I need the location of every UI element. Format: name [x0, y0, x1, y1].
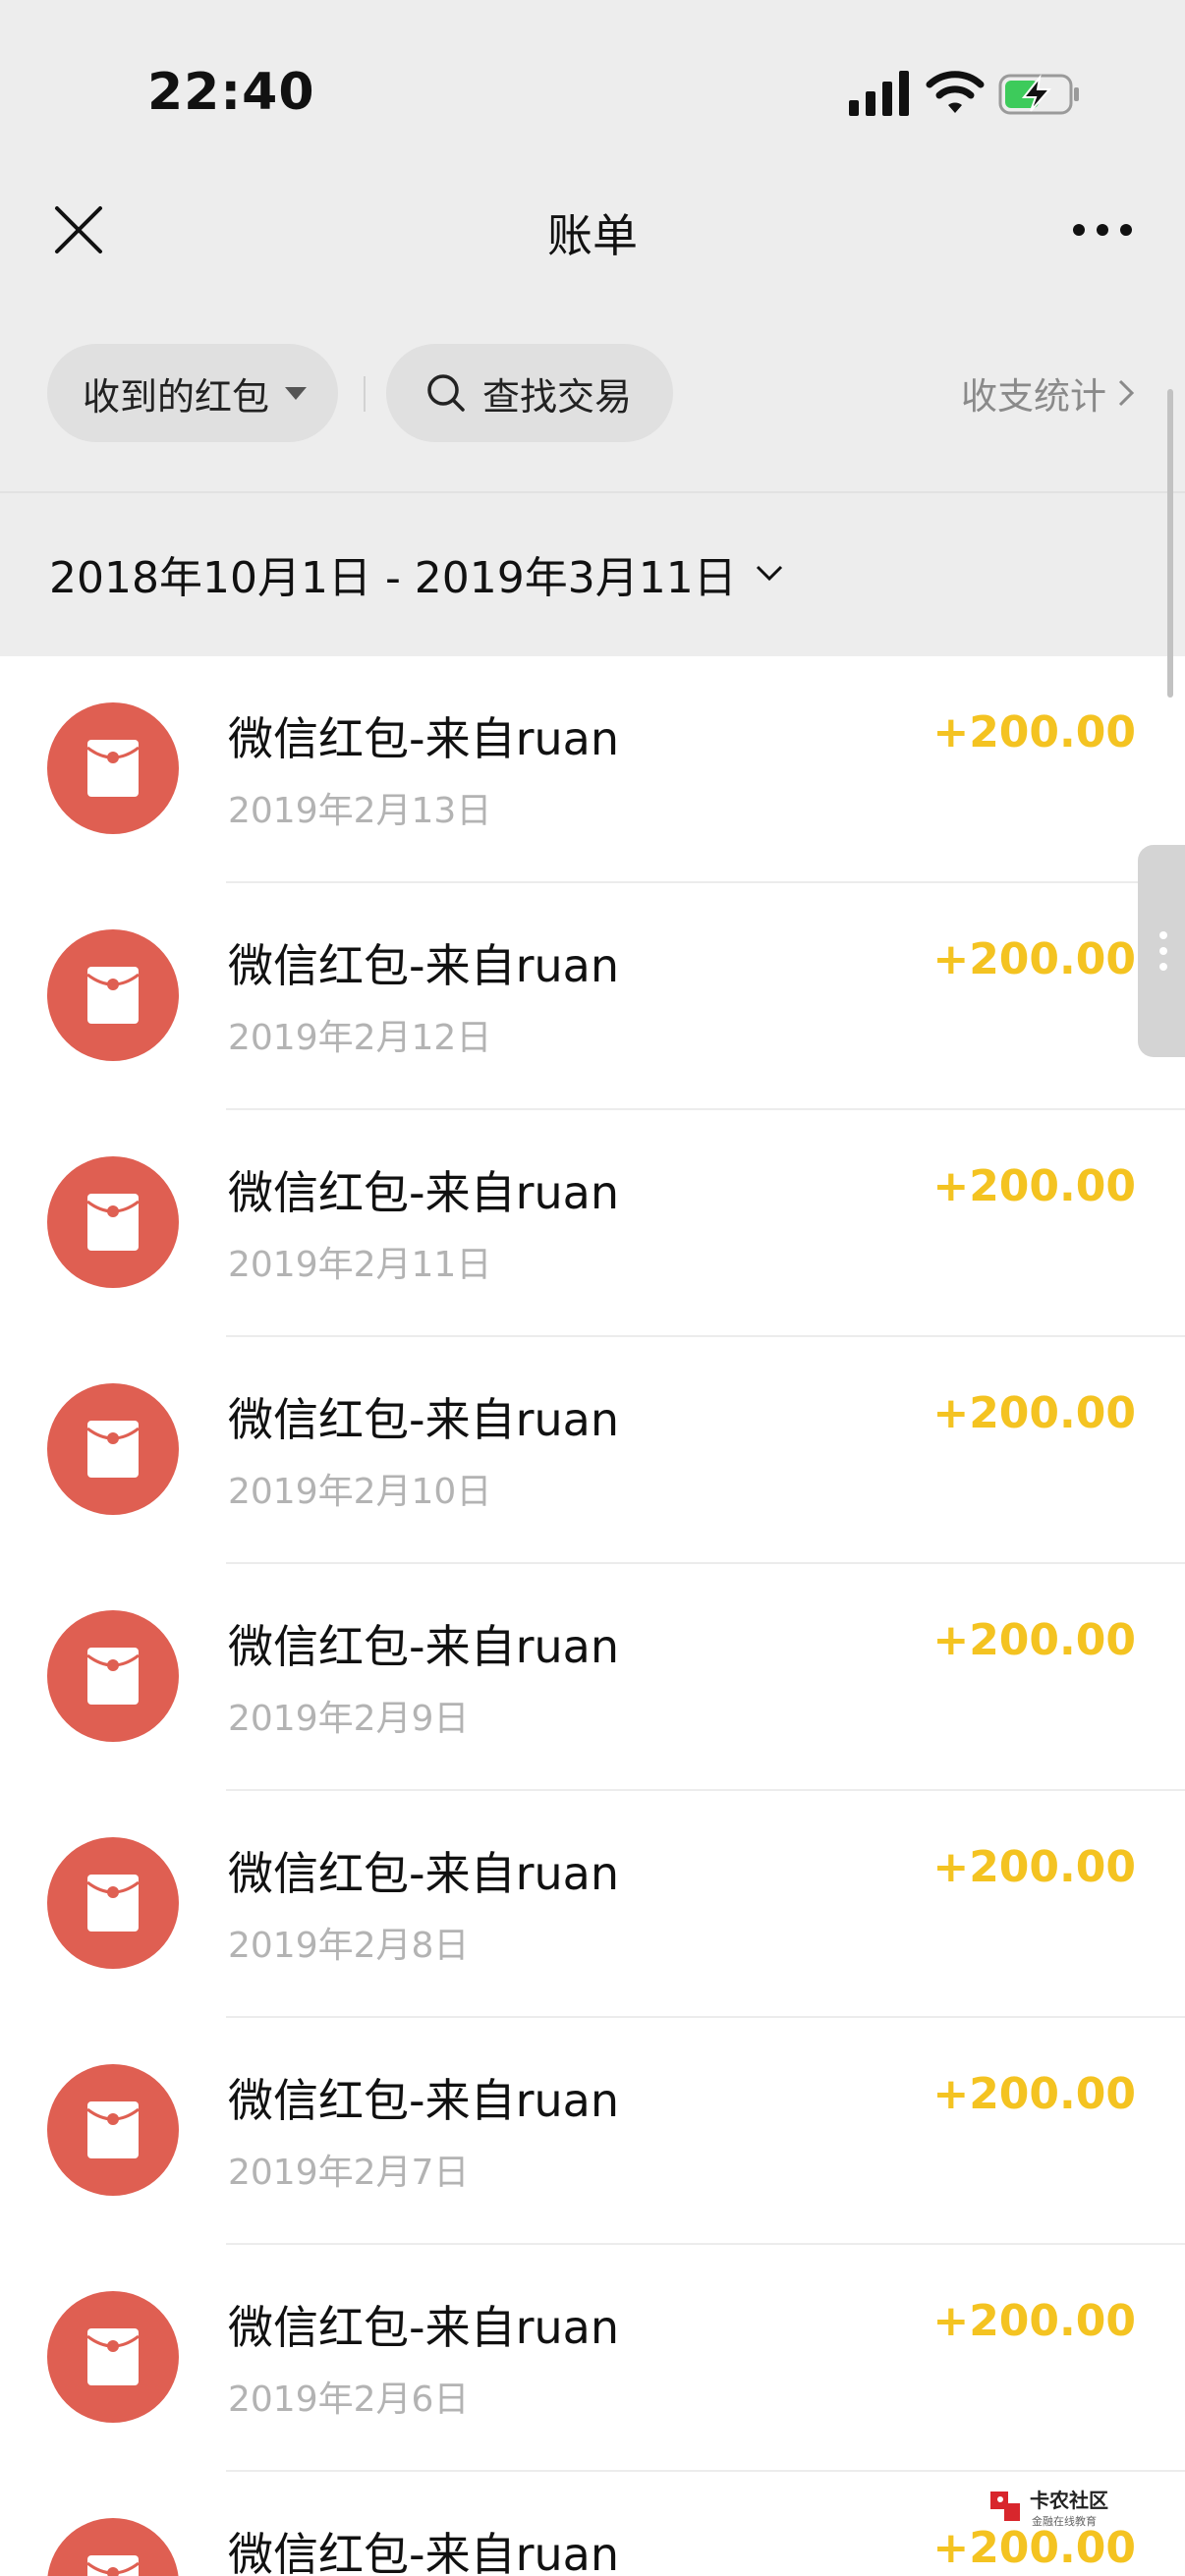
transaction-amount: +200.00 [932, 707, 1136, 757]
transaction-amount: +200.00 [932, 934, 1136, 984]
status-bar: 22:40 [0, 0, 1185, 187]
transaction-title: 微信红包-来自ruan [228, 2074, 620, 2127]
transaction-row[interactable]: 微信红包-来自ruan 2019年2月12日 +200.00 [0, 883, 1185, 1110]
transaction-title: 微信红包-来自ruan [228, 939, 620, 992]
transaction-date: 2019年2月8日 [228, 1926, 470, 1966]
transaction-row[interactable]: 微信红包-来自ruan 2019年2月13日 +200.00 [0, 656, 1185, 883]
transaction-row[interactable]: 微信红包-来自ruan 2019年2月11日 +200.00 [0, 1110, 1185, 1337]
received-filter-label: 收到的红包 [83, 374, 270, 419]
transaction-amount: +200.00 [932, 1388, 1136, 1438]
floating-side-handle[interactable] [1138, 845, 1185, 1057]
handle-dot [1159, 931, 1167, 939]
transaction-amount: +200.00 [932, 2296, 1136, 2346]
red-packet-icon [47, 929, 179, 1061]
transaction-date: 2019年2月9日 [228, 1699, 470, 1739]
status-time: 22:40 [147, 63, 315, 122]
transaction-date: 2019年2月10日 [228, 1472, 492, 1512]
date-range-selector[interactable]: 2018年10月1日 - 2019年3月11日 [49, 542, 784, 605]
page-title: 账单 [547, 209, 638, 262]
cellular-signal-icon [849, 71, 909, 116]
transaction-date: 2019年2月6日 [228, 2380, 470, 2420]
transaction-title: 微信红包-来自ruan [228, 1166, 620, 1219]
transaction-row[interactable]: 微信红包-来自ruan 2019年2月7日 +200.00 [0, 2018, 1185, 2245]
transaction-title: 微信红包-来自ruan [228, 712, 620, 765]
transaction-title: 微信红包-来自ruan [228, 1393, 620, 1446]
transaction-title: 微信红包-来自ruan [228, 2301, 620, 2354]
transaction-date: 2019年2月11日 [228, 1245, 492, 1285]
transaction-row[interactable]: 微信红包-来自ruan 2019年2月9日 +200.00 [0, 1564, 1185, 1791]
transaction-date: 2019年2月12日 [228, 1018, 492, 1058]
transaction-list: 微信红包-来自ruan 2019年2月13日 +200.00 微信红包-来自ru… [0, 656, 1185, 2576]
transaction-row[interactable]: 微信红包-来自ruan 2019年2月6日 +200.00 [0, 2245, 1185, 2472]
red-packet-icon [47, 1156, 179, 1288]
wifi-icon [926, 71, 985, 113]
battery-charging-icon [998, 74, 1079, 115]
kanong-watermark-logo: 卡农社区 金融在线教育 [990, 2489, 1108, 2528]
transaction-title: 微信红包-来自ruan [228, 1847, 620, 1900]
transaction-amount: +200.00 [932, 1615, 1136, 1665]
filter-divider [364, 376, 366, 412]
transaction-row[interactable]: 微信红包-来自ruan 2019年2月8日 +200.00 [0, 1791, 1185, 2018]
income-expense-stats-link[interactable]: 收支统计 [961, 366, 1136, 420]
transaction-row[interactable]: 微信红包-来自ruan 2019年2月10日 +200.00 [0, 1337, 1185, 1564]
transaction-date: 2019年2月7日 [228, 2153, 470, 2193]
chevron-down-icon [756, 565, 782, 582]
search-transactions-button[interactable]: 查找交易 [386, 344, 673, 442]
chevron-right-icon [1118, 379, 1135, 407]
stats-label: 收支统计 [961, 375, 1106, 418]
transaction-amount: +200.00 [932, 1842, 1136, 1892]
transaction-amount: +200.00 [932, 2069, 1136, 2119]
red-packet-icon [47, 2518, 179, 2576]
transaction-title: 微信红包-来自ruan [228, 1620, 620, 1673]
red-packet-icon [47, 1837, 179, 1969]
received-red-packet-filter[interactable]: 收到的红包 [47, 344, 338, 442]
scrollbar[interactable] [1167, 389, 1173, 698]
transaction-title: 微信红包-来自ruan [228, 2528, 620, 2576]
search-label: 查找交易 [482, 374, 633, 419]
red-packet-icon [47, 1383, 179, 1515]
red-packet-icon [47, 2291, 179, 2423]
red-packet-icon [47, 702, 179, 834]
transaction-amount: +200.00 [932, 1161, 1136, 1211]
more-options-icon[interactable] [1071, 218, 1134, 242]
handle-dot [1159, 947, 1167, 955]
watermark-subtext: 金融在线教育 [1032, 2514, 1097, 2528]
divider [0, 491, 1185, 493]
transaction-date: 2019年2月13日 [228, 791, 492, 831]
handle-dot [1159, 963, 1167, 971]
red-packet-icon [47, 1610, 179, 1742]
red-packet-icon [47, 2064, 179, 2196]
watermark-text: 卡农社区 [1030, 2489, 1108, 2512]
date-range-label: 2018年10月1日 - 2019年3月11日 [49, 553, 737, 603]
search-icon [427, 374, 465, 412]
caret-down-icon [285, 386, 308, 400]
